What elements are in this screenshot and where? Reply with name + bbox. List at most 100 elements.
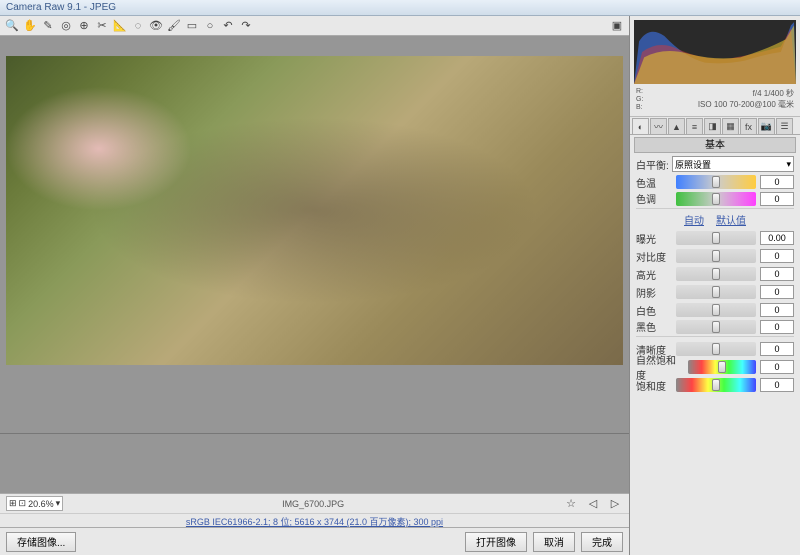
zoom-value: 20.6% <box>28 499 54 509</box>
top-toolbar: 🔍 ✋ ✎ ◎ ⊕ ✂ 📐 ◌ 👁 🖌 ▭ ○ ↶ ↷ ▣ <box>0 16 629 36</box>
whites-slider[interactable] <box>676 303 756 317</box>
iso-readout: ISO 100 70-200@100 毫米 <box>698 99 794 110</box>
saturation-slider[interactable] <box>676 378 756 392</box>
tab-hsl[interactable]: ≡ <box>686 118 703 134</box>
redeye-tool-icon[interactable]: 👁 <box>148 18 164 34</box>
panel-tabs: ◐ 〰 ▲ ≡ ◨ ▦ fx 📷 ☰ <box>630 117 800 135</box>
info-readout: R: G: B: f/4 1/400 秒 ISO 100 70-200@100 … <box>630 88 800 117</box>
slider-thumb[interactable] <box>712 379 720 391</box>
temp-value[interactable]: 0 <box>760 175 794 189</box>
exposure-readout: f/4 1/400 秒 <box>698 88 794 99</box>
slider-thumb[interactable] <box>718 361 726 373</box>
whites-value[interactable]: 0 <box>760 303 794 317</box>
panel-title: 基本 <box>634 137 796 153</box>
slider-thumb[interactable] <box>712 343 720 355</box>
histogram[interactable] <box>634 20 796 84</box>
target-tool-icon[interactable]: ⊕ <box>76 18 92 34</box>
crop-tool-icon[interactable]: ✂ <box>94 18 110 34</box>
tint-slider[interactable] <box>676 192 756 206</box>
bottom-bar: ⊞ ⊡ 20.6% ▾ IMG_6700.JPG ☆ ◁ ▷ <box>0 493 629 513</box>
window-titlebar: Camera Raw 9.1 - JPEG <box>0 0 800 16</box>
blacks-label: 黑色 <box>636 319 672 334</box>
temp-slider[interactable] <box>676 175 756 189</box>
exposure-slider[interactable] <box>676 231 756 245</box>
image-canvas[interactable] <box>0 36 629 433</box>
clarity-slider[interactable] <box>676 342 756 356</box>
clarity-value[interactable]: 0 <box>760 342 794 356</box>
basic-panel: 白平衡: 原照设置 ▾ 色温0 色调0 自动 默认值 曝光0.00 对比度0 高… <box>630 153 800 555</box>
rotate-ccw-icon[interactable]: ↶ <box>220 18 236 34</box>
radial-tool-icon[interactable]: ○ <box>202 18 218 34</box>
tab-split[interactable]: ◨ <box>704 118 721 134</box>
rgb-readout: R: G: B: <box>636 88 643 112</box>
filename-label: IMG_6700.JPG <box>69 499 557 509</box>
next-icon[interactable]: ▷ <box>607 496 623 512</box>
tint-value[interactable]: 0 <box>760 192 794 206</box>
highlights-label: 高光 <box>636 267 672 282</box>
tab-camera[interactable]: 📷 <box>758 118 775 134</box>
tab-detail[interactable]: ▲ <box>668 118 685 134</box>
zoom-tool-icon[interactable]: 🔍 <box>4 18 20 34</box>
zoom-fit-icon: ⊡ <box>19 498 27 509</box>
tab-fx[interactable]: fx <box>740 118 757 134</box>
highlights-slider[interactable] <box>676 267 756 281</box>
chevron-down-icon: ▾ <box>786 159 791 170</box>
hand-tool-icon[interactable]: ✋ <box>22 18 38 34</box>
shadows-label: 阴影 <box>636 285 672 300</box>
slider-thumb[interactable] <box>712 232 720 244</box>
prev-icon[interactable]: ◁ <box>585 496 601 512</box>
blacks-slider[interactable] <box>676 320 756 334</box>
wb-select[interactable]: 原照设置 ▾ <box>672 156 794 172</box>
open-button[interactable]: 打开图像 <box>465 532 527 552</box>
wb-value: 原照设置 <box>675 158 711 171</box>
default-link[interactable]: 默认值 <box>716 212 746 226</box>
wb-tool-icon[interactable]: ✎ <box>40 18 56 34</box>
preview-toggle-icon[interactable]: ▣ <box>609 18 625 34</box>
temp-label: 色温 <box>636 175 672 190</box>
contrast-label: 对比度 <box>636 249 672 264</box>
contrast-value[interactable]: 0 <box>760 249 794 263</box>
save-button[interactable]: 存储图像... <box>6 532 76 552</box>
rating-icon[interactable]: ☆ <box>563 496 579 512</box>
tab-presets[interactable]: ☰ <box>776 118 793 134</box>
vibrance-slider[interactable] <box>688 360 756 374</box>
tab-basic[interactable]: ◐ <box>632 118 649 134</box>
contrast-slider[interactable] <box>676 249 756 263</box>
exposure-value[interactable]: 0.00 <box>760 231 794 245</box>
zoom-control[interactable]: ⊞ ⊡ 20.6% ▾ <box>6 496 63 511</box>
done-button[interactable]: 完成 <box>581 532 623 552</box>
window-title: Camera Raw 9.1 - JPEG <box>6 2 116 13</box>
tint-label: 色调 <box>636 191 672 206</box>
slider-thumb[interactable] <box>712 193 720 205</box>
shadows-value[interactable]: 0 <box>760 285 794 299</box>
slider-thumb[interactable] <box>712 321 720 333</box>
auto-link[interactable]: 自动 <box>684 212 704 226</box>
saturation-value[interactable]: 0 <box>760 378 794 392</box>
filmstrip <box>0 433 629 493</box>
cancel-button[interactable]: 取消 <box>533 532 575 552</box>
slider-thumb[interactable] <box>712 304 720 316</box>
straighten-tool-icon[interactable]: 📐 <box>112 18 128 34</box>
preview-image <box>6 56 623 365</box>
whites-label: 白色 <box>636 303 672 318</box>
tab-lens[interactable]: ▦ <box>722 118 739 134</box>
brush-tool-icon[interactable]: 🖌 <box>166 18 182 34</box>
slider-thumb[interactable] <box>712 286 720 298</box>
slider-thumb[interactable] <box>712 268 720 280</box>
shadows-slider[interactable] <box>676 285 756 299</box>
vibrance-value[interactable]: 0 <box>760 360 794 374</box>
rotate-cw-icon[interactable]: ↷ <box>238 18 254 34</box>
sampler-tool-icon[interactable]: ◎ <box>58 18 74 34</box>
chevron-down-icon: ▾ <box>56 498 61 509</box>
gradient-tool-icon[interactable]: ▭ <box>184 18 200 34</box>
spot-tool-icon[interactable]: ◌ <box>130 18 146 34</box>
tab-curve[interactable]: 〰 <box>650 118 667 134</box>
wb-label: 白平衡: <box>636 157 672 172</box>
slider-thumb[interactable] <box>712 250 720 262</box>
slider-thumb[interactable] <box>712 176 720 188</box>
blacks-value[interactable]: 0 <box>760 320 794 334</box>
metadata-link[interactable]: sRGB IEC61966-2.1; 8 位; 5616 x 3744 (21.… <box>0 513 629 527</box>
highlights-value[interactable]: 0 <box>760 267 794 281</box>
zoom-grid-icon: ⊞ <box>9 498 17 509</box>
footer: 存储图像... 打开图像 取消 完成 <box>0 527 629 555</box>
